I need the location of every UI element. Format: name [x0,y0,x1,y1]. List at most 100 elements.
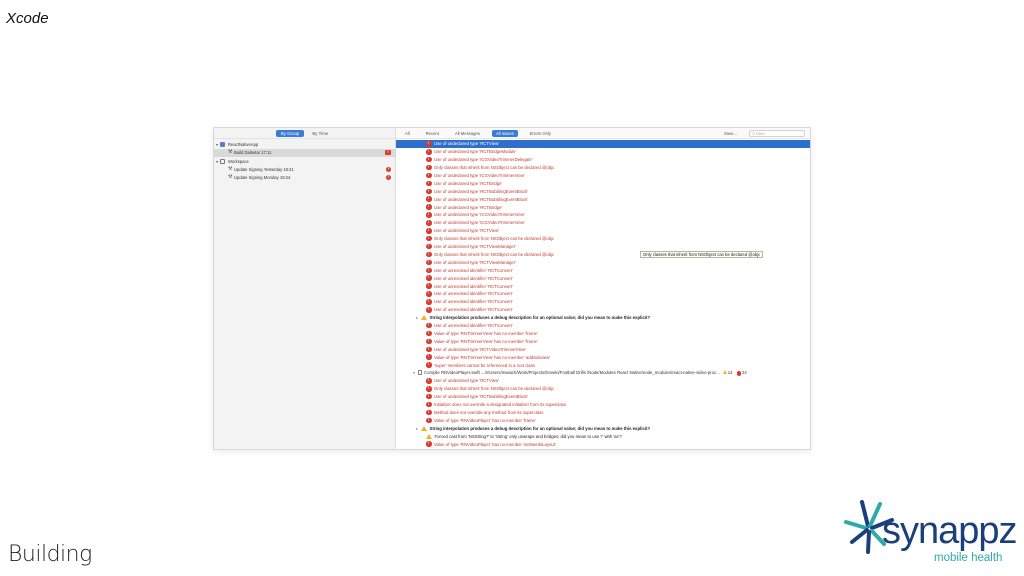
issue-row[interactable]: ! Use of undeclared type 'ICGVideoTrimmer… [396,211,810,219]
issue-row[interactable]: ! Use of unresolved identifier 'RCTConver… [396,274,810,282]
issue-row[interactable]: ▸ String interpolation produces a debug d… [396,424,810,432]
issue-message: Use of undeclared type 'RCTViewManager' [434,244,517,250]
error-badge: ! [385,150,391,156]
issue-row[interactable]: ! Only classes that inherit from NSObject… [396,235,810,243]
recent-button[interactable]: Recent [422,130,443,137]
project-icon [220,142,225,148]
issue-row[interactable]: ! Only classes that inherit from NSObject… [396,385,810,393]
issue-row[interactable]: ! Use of undeclared type 'RCTViewManager' [396,259,810,267]
issue-message: Forced cast from 'NSString?' to 'String'… [434,433,622,439]
navigator-row[interactable]: ▾ ReactNativeApp [214,141,396,149]
issue-row[interactable]: ! Value of type 'RNTrimmerView' has no me… [396,338,810,346]
navigator-row[interactable]: ⚒ Build Dalsetar 17:11! [214,149,396,157]
logo-tagline: mobile health [934,552,1003,564]
issue-row[interactable]: ! Only classes that inherit from NSObject… [396,164,810,172]
warning-icon [421,425,427,431]
issue-message: Compile RNVideoPlayer.swift .../n/Users/… [424,370,720,376]
by-time-segment[interactable]: By Time [307,130,333,137]
issue-message: Only classes that inherit from NSObject … [434,236,555,242]
save-button[interactable]: Save... [720,130,741,137]
issue-message: Use of undeclared type 'RCTBubblingEvent… [434,188,529,194]
issue-row[interactable]: ! Initializer does not override a designa… [396,401,810,409]
issue-row[interactable]: ! Use of undeclared type 'ICGVideoTrimmer… [396,172,810,180]
error-count: 24 [742,370,747,376]
errors-only-button[interactable]: Errors Only [526,130,555,137]
by-group-segment[interactable]: By Group [275,129,305,137]
issue-row[interactable]: ! Use of undeclared type 'RCTVideoTrimmer… [396,345,810,353]
issue-row[interactable]: ! Use of undeclared type 'RCTBridge' [396,180,810,188]
error-icon: ! [426,275,432,281]
error-icon: ! [426,156,432,163]
issue-row[interactable]: !'super' members cannot be referenced in… [396,361,810,369]
issue-row[interactable]: ! Use of undeclared type 'RCTView' [396,377,810,385]
error-icon: ! [426,243,432,250]
issue-row[interactable]: ! Use of unresolved identifier 'RCTConver… [396,282,810,290]
all-button[interactable]: All [401,130,414,137]
issue-row[interactable]: ! Method does not override any method fro… [396,409,810,417]
error-icon: ! [426,378,432,384]
issue-row[interactable]: ! Use of unresolved identifier 'RCTConver… [396,306,810,314]
navigator-row[interactable]: ▾ Workspace [214,157,396,165]
navigator-row[interactable]: ⚒ Update Signing Monday 15:24! [214,174,396,182]
issues-pane: All Recent All Messages All Issues Error… [396,128,810,449]
error-icon: ! [426,386,432,392]
error-icon: ! [426,164,432,171]
error-icon: ! [426,251,432,258]
issue-row[interactable]: ! Use of undeclared type 'RCTBridgeModule… [396,148,810,156]
issue-row[interactable]: Forced cast from 'NSString?' to 'String'… [396,432,810,440]
issue-row[interactable]: ! Use of unresolved identifier 'RCTConver… [396,266,810,274]
error-icon: ! [426,196,432,202]
all-issues-button[interactable]: All Issues [491,129,518,137]
error-icon: ! [426,180,432,187]
issue-row[interactable]: ! Use of unresolved identifier 'RCTConver… [396,290,810,298]
issue-message: Use of undeclared type 'RCTBridge' [434,204,503,210]
issue-row[interactable]: ! Use of undeclared type 'ICGVideoTrimmer… [396,219,810,227]
issue-row[interactable]: ! Use of undeclared type 'RCTBubblingEven… [396,195,810,203]
issue-message: Value of type 'RNVideoPlayer' has no mem… [434,441,556,447]
issue-message: Use of undeclared type 'RCTBubblingEvent… [434,196,529,202]
error-icon: ! [426,307,432,313]
error-icon: ! [426,283,432,289]
error-icon: ! [426,188,432,195]
issue-row[interactable]: ! Value of type 'RNVideoPlayer' has no me… [396,440,810,448]
issue-message: Use of unresolved identifier 'RCTConvert… [434,267,513,273]
issue-row[interactable]: ! Value of type 'RNVideoPlayer' has no me… [396,417,810,425]
tooltip: Only classes that inherit from NSObject … [640,251,764,258]
issue-row[interactable]: ! Value of type 'RNTrimmerView' has no me… [396,353,810,361]
issue-message: String interpolation produces a debug de… [429,425,651,431]
file-group-row[interactable]: ▾ Compile RNVideoPlayer.swift .../n/Users… [396,369,810,377]
issue-message: Initializer does not override a designat… [434,402,567,408]
issue-row[interactable]: ! Use of unresolved identifier 'RCTConver… [396,298,810,306]
all-messages-button[interactable]: All Messages [451,130,484,137]
error-icon: ! [426,362,432,368]
error-icon: ! [426,417,432,424]
issue-row[interactable]: ▸ String interpolation produces a debug d… [396,314,810,322]
error-icon: ! [426,220,432,226]
issue-row[interactable]: ! Use of undeclared type 'RCTBubblingEven… [396,187,810,195]
issue-row[interactable]: ! Value of type 'RNTrimmerView' has no me… [396,330,810,338]
issue-message: Use of unresolved identifier 'RCTConvert… [434,291,513,297]
issue-message: Use of undeclared type 'RCTView' [434,228,500,234]
issue-message: Use of unresolved identifier 'RCTConvert… [434,275,513,281]
report-navigator: By Group By Time ▾ ReactNativeApp ⚒ Build D… [214,128,396,449]
navigator-segmented-control: By Group By Time [214,128,395,139]
filter-input[interactable]: ⚲ Filter [749,129,805,137]
error-icon: ! [426,259,432,266]
issue-message: Value of type 'RNTrimmerView' has no mem… [434,354,551,360]
issue-row[interactable]: ! Use of undeclared type 'RCTBridge' [396,203,810,211]
error-icon: ! [426,401,432,408]
issue-message: Use of undeclared type 'ICGVideoTrimmerD… [434,157,533,163]
issue-row[interactable]: ! Use of undeclared type 'RCTView' [396,227,810,235]
issue-row[interactable]: ! Use of undeclared type 'ICGVideoTrimmer… [396,156,810,164]
error-icon: ! [426,212,432,218]
issue-row[interactable]: ! Use of undeclared type 'RCTView' [396,140,810,148]
error-icon: ! [426,441,432,447]
error-icon: ! [426,322,432,329]
error-badge: ! [386,175,391,181]
issue-message: Only classes that inherit from NSObject … [434,165,555,171]
issue-message: Use of undeclared type 'ICGVideoTrimmerV… [434,212,525,218]
issue-row[interactable]: ! Use of undeclared type 'RCTBubblingEven… [396,393,810,401]
issue-row[interactable]: ! Use of unresolved identifier 'RCTConver… [396,322,810,330]
issue-row[interactable]: ! Use of undeclared type 'RCTViewManager' [396,243,810,251]
navigator-row[interactable]: ⚒ Update Signing Yesterday 18:41! [214,166,396,174]
